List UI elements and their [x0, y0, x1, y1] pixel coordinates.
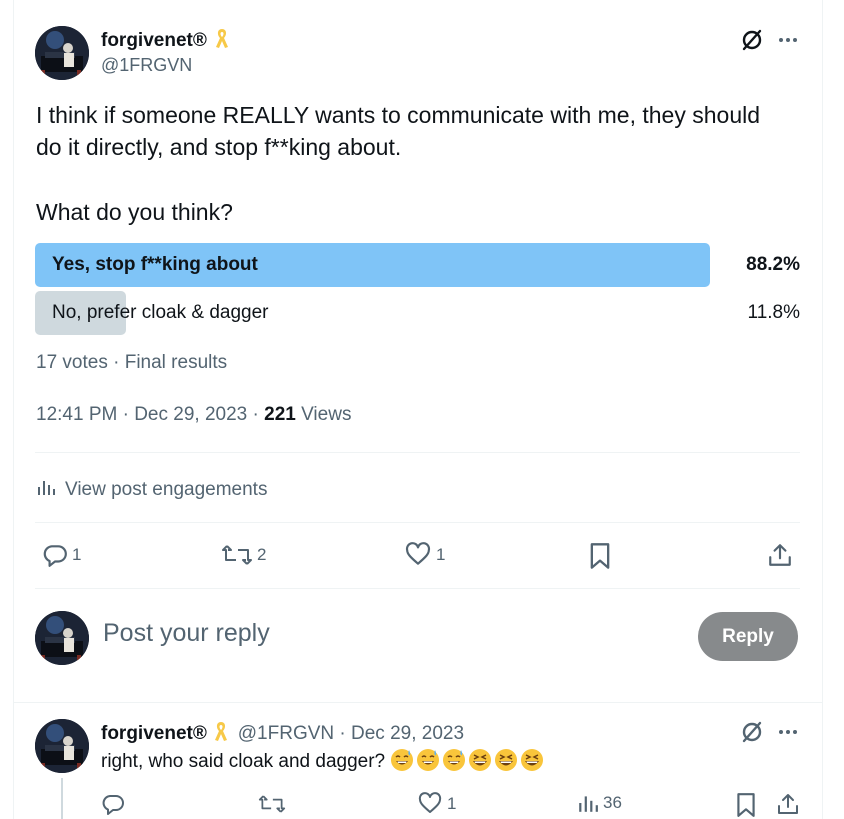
share-icon: [778, 794, 798, 814]
poll-option-label: No, prefer cloak & dagger: [52, 302, 269, 323]
analytics-icon: [579, 796, 598, 812]
sweat-smile-emoji-icon: [443, 749, 466, 771]
grok-icon[interactable]: [738, 28, 766, 52]
post-text-line: I think if someone REALLY wants to commu…: [36, 102, 761, 128]
divider: [35, 452, 800, 453]
more-options-icon[interactable]: [774, 28, 802, 52]
repost-icon: [222, 545, 252, 565]
divider: [35, 588, 800, 589]
divider: [35, 522, 800, 523]
reply-text-body: right, who said cloak and dagger?: [101, 751, 386, 772]
reply-reply-action[interactable]: [101, 792, 125, 816]
reply-views-count: 36: [603, 793, 622, 812]
section-divider: [13, 702, 823, 703]
reply-icon: [102, 795, 124, 815]
poll-summary: 17 votes · Final results: [36, 352, 228, 373]
reply-button[interactable]: Reply: [698, 612, 798, 661]
poll-option-label: Yes, stop f**king about: [52, 254, 258, 275]
grok-icon[interactable]: [738, 720, 766, 744]
post-text-line: What do you think?: [36, 199, 233, 225]
sweat-smile-emoji-icon: [391, 749, 414, 771]
sweat-smile-emoji-icon: [417, 749, 440, 771]
like-action[interactable]: 1: [404, 542, 445, 568]
share-icon: [769, 544, 791, 566]
bookmark-icon: [590, 543, 610, 569]
laughing-emoji-icon: [469, 749, 492, 771]
reply-bookmark-action[interactable]: [735, 792, 757, 818]
composer-avatar[interactable]: [35, 611, 89, 665]
reply-like-count: 1: [447, 794, 457, 813]
post-text: I think if someone REALLY wants to commu…: [36, 99, 806, 228]
ribbon-icon: [214, 27, 230, 55]
more-options-icon[interactable]: [774, 720, 802, 744]
poll-option-percent: 11.8%: [747, 302, 800, 323]
author-name[interactable]: forgivenet®: [101, 27, 230, 55]
views-count: 221: [264, 404, 296, 425]
heart-icon: [405, 542, 431, 565]
analytics-icon: [36, 477, 56, 503]
heart-icon: [418, 792, 442, 813]
poll-option-1: Yes, stop f**king about 88.2%: [35, 243, 800, 287]
laughing-emoji-icon: [495, 749, 518, 771]
author-avatar[interactable]: [35, 26, 89, 80]
reply-author-avatar[interactable]: [35, 719, 89, 773]
reply-repost-action[interactable]: [258, 792, 286, 816]
like-count: 1: [436, 545, 446, 564]
reply-handle-date[interactable]: @1FRGVN · Dec 29, 2023: [238, 723, 464, 744]
author-name-text[interactable]: forgivenet®: [101, 30, 207, 51]
repost-count: 2: [257, 545, 267, 564]
laughing-emoji-icon: [521, 749, 544, 771]
bookmark-icon: [737, 793, 755, 817]
reply-author-name[interactable]: forgivenet®: [101, 723, 207, 744]
reply-icon: [43, 545, 67, 567]
poll-option-percent: 88.2%: [746, 254, 800, 275]
view-engagements-link[interactable]: View post engagements: [36, 477, 267, 503]
share-action[interactable]: [767, 542, 793, 568]
repost-action[interactable]: 2: [221, 542, 266, 568]
poll-option-2: No, prefer cloak & dagger 11.8%: [35, 291, 800, 335]
reply-share-action[interactable]: [776, 792, 800, 816]
engagements-label[interactable]: View post engagements: [65, 479, 267, 501]
post-timestamp[interactable]: 12:41 PM · Dec 29, 2023 · 221 Views: [36, 404, 351, 426]
reply-text: right, who said cloak and dagger?: [101, 748, 546, 773]
thread-line: [61, 778, 63, 819]
author-handle[interactable]: @1FRGVN: [101, 55, 192, 76]
reply-like-action[interactable]: 1: [417, 792, 456, 816]
post-text-line: do it directly, and stop f**king about.: [36, 134, 402, 160]
views-label: Views: [295, 404, 352, 425]
repost-icon: [258, 795, 286, 813]
reply-action[interactable]: 1: [42, 542, 81, 568]
timestamp-text[interactable]: 12:41 PM · Dec 29, 2023 ·: [36, 404, 264, 425]
reply-header: forgivenet® @1FRGVN · Dec 29, 2023: [101, 720, 464, 747]
reply-input[interactable]: Post your reply: [103, 619, 270, 648]
emoji-row: [390, 749, 546, 772]
reply-count: 1: [72, 545, 82, 564]
reply-views-action[interactable]: 36: [577, 792, 622, 814]
ribbon-icon: [213, 720, 229, 747]
bookmark-action[interactable]: [588, 542, 612, 570]
